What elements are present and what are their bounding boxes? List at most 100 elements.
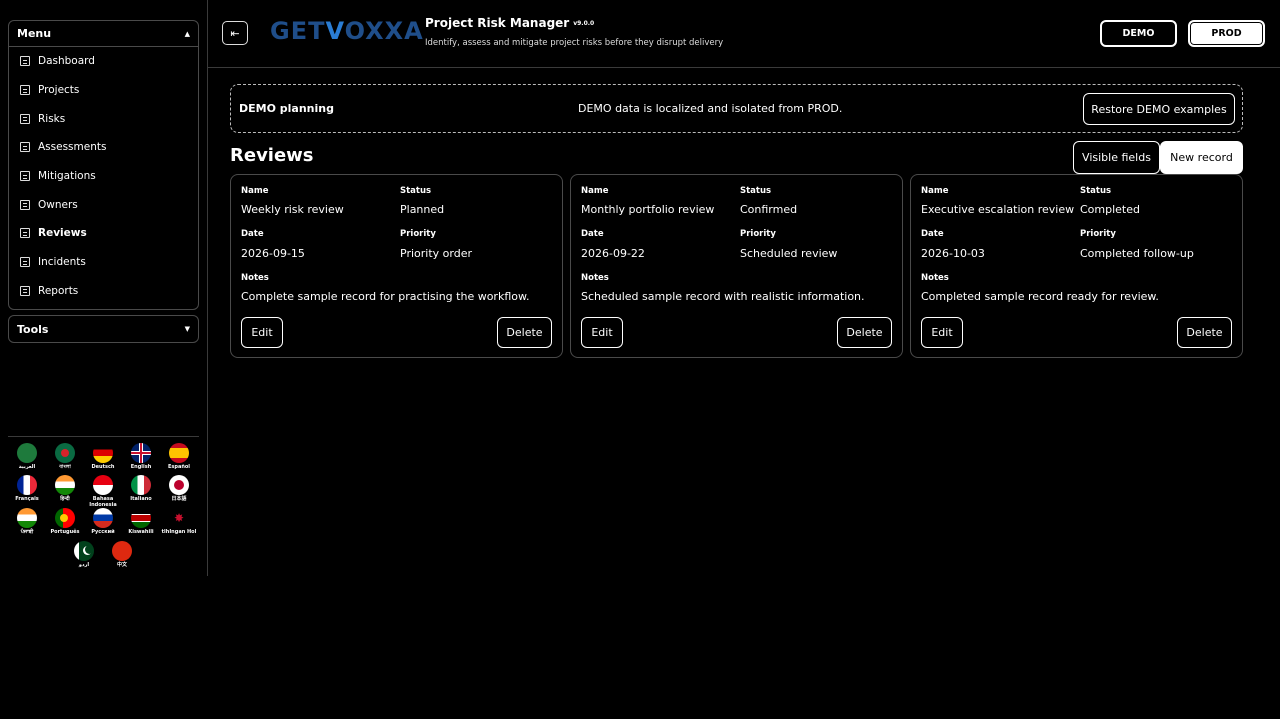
delete-button[interactable]: Delete — [837, 317, 892, 348]
language-chinese[interactable]: 中文 — [104, 541, 140, 568]
status-value: Completed — [1080, 203, 1140, 216]
caret-down-icon: ▼ — [184, 325, 190, 333]
language-label: Français — [15, 496, 39, 502]
status-value: Planned — [400, 203, 445, 216]
flag-saudi-arabia-icon — [17, 443, 37, 463]
notes-label: Notes — [581, 273, 609, 283]
menu-header[interactable]: Menu ▲ — [9, 21, 198, 47]
prod-button[interactable]: PROD — [1188, 20, 1265, 47]
language-punjabi[interactable]: ਪੰਜਾਬੀ — [9, 508, 45, 535]
sidebar-item-reviews[interactable]: Reviews — [9, 219, 198, 248]
document-icon — [20, 285, 30, 296]
record-card: Name Executive escalation review Status … — [910, 174, 1243, 358]
flag-italy-icon — [131, 475, 151, 495]
menu-panel: Menu ▲ Dashboard Projects Risks Assessme… — [8, 20, 199, 310]
language-indonesian[interactable]: Bahasa Indonesia — [85, 475, 121, 508]
edit-button[interactable]: Edit — [581, 317, 623, 348]
language-label: Español — [167, 464, 191, 470]
app-version: v9.0.0 — [573, 20, 595, 27]
name-label: Name — [581, 186, 609, 196]
name-label: Name — [921, 186, 949, 196]
sidebar-item-dashboard[interactable]: Dashboard — [9, 47, 198, 76]
language-italian[interactable]: Italiano — [123, 475, 159, 502]
sidebar-item-label: Incidents — [38, 256, 86, 269]
date-label: Date — [921, 229, 944, 239]
language-label: Português — [50, 529, 80, 535]
priority-value: Priority order — [400, 247, 472, 260]
language-japanese[interactable]: 日本語 — [161, 475, 197, 502]
language-french[interactable]: Français — [9, 475, 45, 502]
language-label: English — [130, 464, 152, 470]
delete-button[interactable]: Delete — [497, 317, 552, 348]
page-title: Reviews — [230, 145, 314, 166]
flag-bangladesh-icon — [55, 443, 75, 463]
language-label: العربية — [18, 464, 36, 470]
visible-fields-button[interactable]: Visible fields — [1073, 141, 1160, 174]
sidebar-item-projects[interactable]: Projects — [9, 76, 198, 105]
sidebar: Menu ▲ Dashboard Projects Risks Assessme… — [0, 0, 208, 576]
language-hindi[interactable]: हिन्दी — [47, 475, 83, 502]
language-spanish[interactable]: Español — [161, 443, 197, 470]
flag-japan-icon — [169, 475, 189, 495]
language-klingon[interactable]: ✸ tlhIngan Hol — [161, 508, 197, 535]
document-icon — [20, 85, 30, 96]
sidebar-item-risks[interactable]: Risks — [9, 104, 198, 133]
sidebar-item-label: Dashboard — [38, 55, 95, 68]
notes-value: Scheduled sample record with realistic i… — [581, 290, 865, 303]
language-label: Deutsch — [91, 464, 115, 470]
sidebar-item-assessments[interactable]: Assessments — [9, 133, 198, 162]
notes-label: Notes — [241, 273, 269, 283]
flag-france-icon — [17, 475, 37, 495]
banner-message: DEMO data is localized and isolated from… — [578, 102, 843, 115]
language-russian[interactable]: Русский — [85, 508, 121, 535]
flag-russia-icon — [93, 508, 113, 528]
language-portuguese[interactable]: Português — [47, 508, 83, 535]
logo: GETVOXXA — [270, 17, 424, 45]
menu-title: Menu — [17, 27, 52, 40]
priority-label: Priority — [1080, 229, 1116, 239]
collapse-sidebar-button[interactable]: ⇤ — [222, 21, 248, 45]
date-value: 2026-09-15 — [241, 247, 305, 260]
edit-button[interactable]: Edit — [921, 317, 963, 348]
language-label: اردو — [78, 562, 90, 568]
klingon-emblem-icon: ✸ — [169, 508, 189, 528]
new-record-button[interactable]: New record — [1160, 141, 1243, 174]
name-value: Weekly risk review — [241, 203, 344, 216]
app-subtitle: Identify, assess and mitigate project ri… — [425, 38, 724, 48]
delete-button[interactable]: Delete — [1177, 317, 1232, 348]
sidebar-item-label: Risks — [38, 112, 66, 125]
tools-title: Tools — [17, 322, 49, 336]
edit-button[interactable]: Edit — [241, 317, 283, 348]
sidebar-item-label: Mitigations — [38, 170, 96, 183]
language-label: हिन्दी — [60, 496, 70, 502]
status-label: Status — [400, 186, 432, 196]
caret-up-icon: ▲ — [184, 29, 190, 38]
banner-title: DEMO planning — [239, 102, 334, 115]
language-bengali[interactable]: বাংলা — [47, 443, 83, 470]
document-icon — [20, 56, 30, 67]
language-german[interactable]: Deutsch — [85, 443, 121, 470]
sidebar-item-owners[interactable]: Owners — [9, 190, 198, 219]
sidebar-item-reports[interactable]: Reports — [9, 277, 198, 306]
notes-value: Completed sample record ready for review… — [921, 290, 1159, 303]
status-label: Status — [1080, 186, 1112, 196]
flag-kenya-icon — [131, 508, 151, 528]
flag-uk-icon — [131, 443, 151, 463]
language-label: Kiswahili — [128, 529, 154, 535]
date-value: 2026-09-22 — [581, 247, 645, 260]
language-urdu[interactable]: اردو — [66, 541, 102, 568]
document-icon — [20, 113, 30, 124]
flag-india-icon — [55, 475, 75, 495]
tools-toggle[interactable]: Tools ▼ — [8, 315, 199, 343]
language-swahili[interactable]: Kiswahili — [123, 508, 159, 535]
name-value: Executive escalation review — [921, 203, 1075, 216]
priority-value: Scheduled review — [740, 247, 838, 260]
language-label: 中文 — [116, 562, 127, 568]
language-arabic[interactable]: العربية — [9, 443, 45, 470]
sidebar-item-incidents[interactable]: Incidents — [9, 248, 198, 277]
sidebar-item-mitigations[interactable]: Mitigations — [9, 162, 198, 191]
flag-india-icon — [17, 508, 37, 528]
demo-button[interactable]: DEMO — [1100, 20, 1177, 47]
restore-demo-button[interactable]: Restore DEMO examples — [1083, 93, 1235, 125]
language-english[interactable]: English — [123, 443, 159, 470]
